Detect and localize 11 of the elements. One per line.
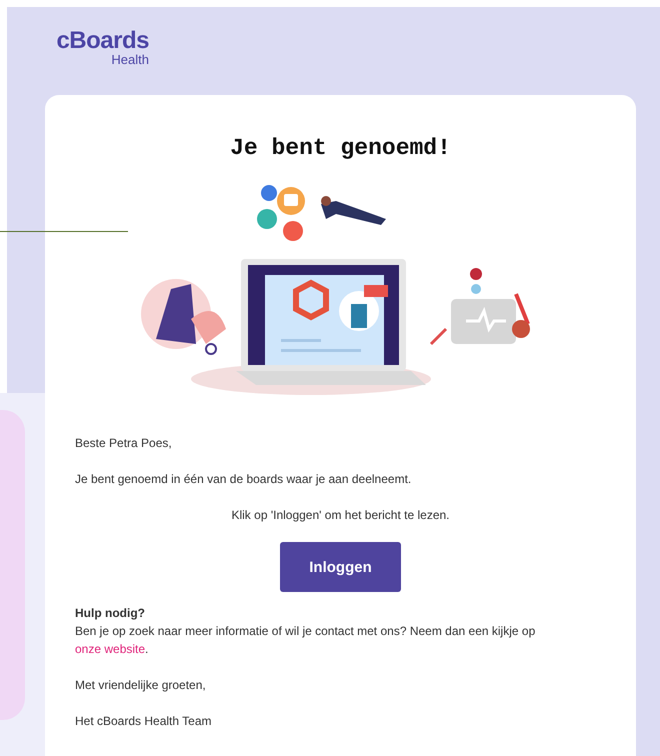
greeting-text: Beste Petra Poes, bbox=[75, 435, 173, 452]
closing-text: Met vriendelijke groeten, bbox=[75, 677, 207, 694]
email-title: Je bent genoemd! bbox=[229, 135, 452, 161]
instruction-text: Klik op 'Inloggen' om het bericht te lezen. bbox=[230, 507, 451, 524]
help-heading: Hulp nodig? bbox=[75, 605, 146, 622]
login-button[interactable]: Inloggen bbox=[280, 542, 401, 592]
website-link[interactable]: onze website bbox=[75, 642, 146, 656]
help-text: Ben je op zoek naar meer informatie of wil je contact met ons? Neem dan een kijkje op onze website. bbox=[75, 623, 536, 658]
signature-text: Het cBoards Health Team bbox=[75, 713, 213, 730]
logo: cBoards Health bbox=[55, 29, 149, 66]
message-text: Je bent genoemd in één van de boards waar je aan deelneemt. bbox=[75, 471, 412, 488]
